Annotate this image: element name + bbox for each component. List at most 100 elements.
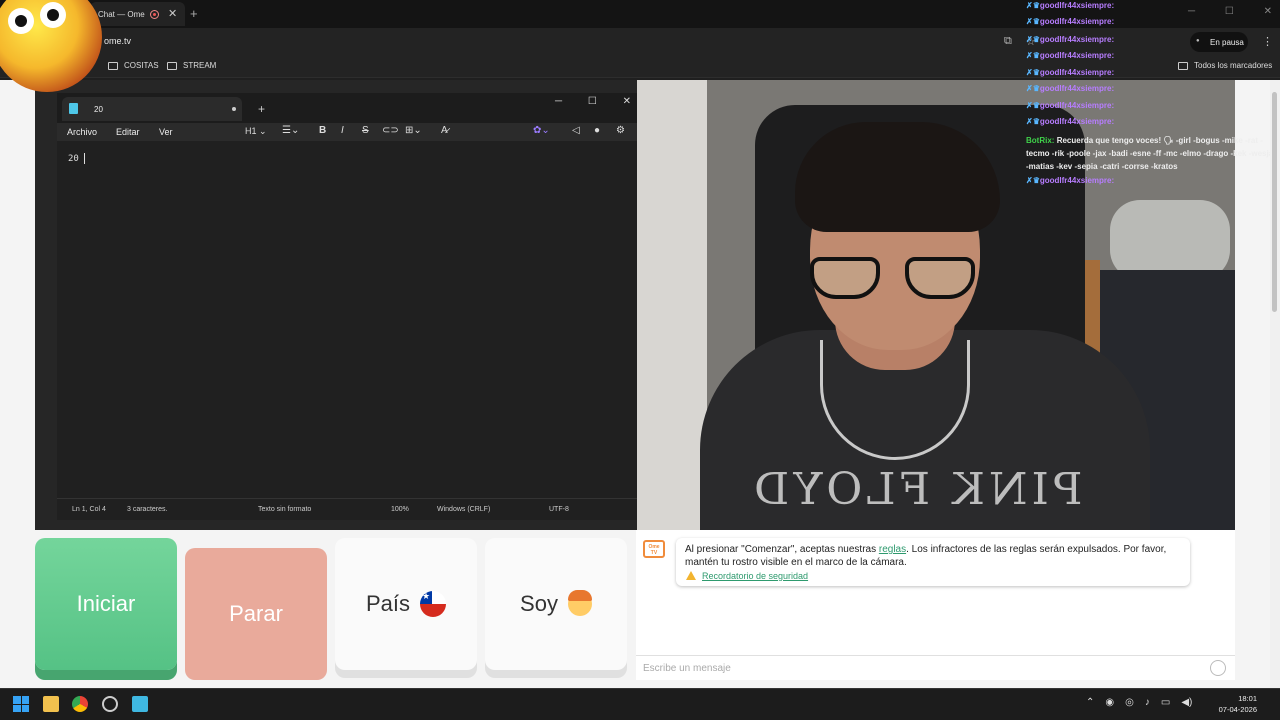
stream-chat-line: ✗♛goodlfr44xsiempre: <box>1026 101 1114 110</box>
minimize-icon[interactable]: ─ <box>555 96 562 107</box>
status-line-ending[interactable]: Windows (CRLF) <box>437 506 490 513</box>
steam-icon[interactable]: ◎ <box>1125 697 1134 708</box>
minimize-icon[interactable]: ─ <box>1188 6 1195 17</box>
emoji-overlay-icon <box>0 0 102 92</box>
bookmark-label: Todos los marcadores <box>1194 61 1273 70</box>
emoji-picker-icon[interactable] <box>1210 660 1226 676</box>
address-bar[interactable]: ome.tv <box>104 36 131 46</box>
notepad-editor[interactable] <box>57 141 637 498</box>
sword-icon: ✗♛ <box>1026 1 1040 10</box>
recording-icon <box>150 10 159 19</box>
folder-icon <box>108 61 118 70</box>
bookmark-cositas[interactable]: COSITAS <box>108 61 159 70</box>
table-icon[interactable]: ⊞⌄ <box>405 125 422 136</box>
sword-icon: ✗♛ <box>1026 117 1040 126</box>
system-tray: ⌃ ◉ ◎ ♪ ▭ ◀) <box>1086 697 1192 708</box>
italic-icon[interactable]: I <box>341 125 344 136</box>
chat-username: goodlfr44xsiempre: <box>1039 51 1115 60</box>
bookmark-label: COSITAS <box>124 61 159 70</box>
browser-window-controls: ─ ☐ ✕ <box>1188 6 1278 17</box>
menu-archivo[interactable]: Archivo <box>67 127 97 137</box>
gender-button[interactable]: Soy <box>485 538 627 670</box>
maximize-icon[interactable]: ☐ <box>588 96 597 107</box>
menu-icon[interactable]: ⋮ <box>1262 35 1273 48</box>
rules-link[interactable]: reglas <box>879 544 906 555</box>
notepad-content[interactable]: 20 <box>68 154 79 164</box>
chat-username: goodlfr44xsiempre: <box>1039 101 1115 110</box>
stop-button[interactable]: Parar <box>185 548 327 680</box>
strikethrough-icon[interactable]: S <box>362 125 369 136</box>
sword-icon: ✗♛ <box>1026 51 1040 60</box>
stream-chat-line: ✗♛goodlfr44xsiempre: <box>1026 51 1114 60</box>
browser-tab-title: Chat — Ome <box>98 10 145 19</box>
taskbar-clock[interactable]: 18:01 07-04-2026 <box>1207 693 1257 715</box>
volume-icon[interactable]: ◀) <box>1181 697 1192 708</box>
microphone-icon[interactable]: ♪ <box>1145 697 1150 708</box>
all-bookmarks[interactable]: Todos los marcadores <box>1178 61 1272 70</box>
cast-icon[interactable]: ⧉ <box>1004 35 1012 48</box>
windows-start-icon[interactable] <box>13 696 29 712</box>
close-window-icon[interactable]: ✕ <box>1264 6 1272 17</box>
notepad-tab[interactable]: 20 <box>62 97 242 121</box>
stream-chat-line: ✗♛goodlfr44xsiempre: <box>1026 1 1114 10</box>
settings-gear-icon[interactable]: ⚙ <box>616 125 625 136</box>
discord-icon[interactable]: ◉ <box>1105 697 1114 708</box>
new-tab-button[interactable]: + <box>190 6 198 21</box>
bookmark-stream[interactable]: STREAM <box>167 61 216 70</box>
profile-avatar-icon: ● <box>1196 38 1200 44</box>
stream-chat-line: ✗♛goodlfr44xsiempre: <box>1026 17 1114 26</box>
heading-dropdown[interactable]: H1 ⌄ <box>245 126 267 137</box>
menu-editar[interactable]: Editar <box>116 127 140 137</box>
safety-reminder-link[interactable]: Recordatorio de seguridad <box>702 571 808 581</box>
country-button[interactable]: País <box>335 538 477 670</box>
video-shirt-text: PINK FLOYD <box>750 464 1083 515</box>
notepad-new-tab-button[interactable]: + <box>258 102 265 116</box>
chevron-up-icon[interactable]: ⌃ <box>1086 697 1094 708</box>
sword-icon: ✗♛ <box>1026 17 1040 26</box>
status-encoding[interactable]: UTF-8 <box>549 506 569 513</box>
file-explorer-icon[interactable] <box>43 696 59 712</box>
stop-label: Parar <box>229 601 283 626</box>
menu-ver[interactable]: Ver <box>159 127 173 137</box>
message-input[interactable] <box>643 658 1183 678</box>
status-chars: 3 caracteres. <box>127 506 168 513</box>
notepad-menubar <box>57 123 637 141</box>
country-label: País <box>365 591 411 616</box>
video-glasses-left <box>810 257 880 299</box>
video-glasses-right <box>905 257 975 299</box>
status-zoom[interactable]: 100% <box>391 506 409 513</box>
start-button[interactable]: Iniciar <box>35 538 177 670</box>
browser-tab[interactable]: Chat — Ome ✕ <box>90 2 185 26</box>
gender-label: Soy <box>520 591 558 616</box>
sword-icon: ✗♛ <box>1026 84 1040 93</box>
chile-flag-icon <box>420 591 447 617</box>
status-position: Ln 1, Col 4 <box>72 506 106 513</box>
close-icon[interactable]: ✕ <box>623 96 631 107</box>
clock-time: 18:01 <box>1238 694 1257 703</box>
close-tab-icon[interactable]: ✕ <box>168 7 177 20</box>
folder-icon <box>1178 61 1188 70</box>
chat-username: goodlfr44xsiempre: <box>1039 68 1115 77</box>
chat-bot-message: Recuerda que tengo voces! 🗣 -girl -bogus… <box>1026 136 1274 171</box>
sword-icon: ✗♛ <box>1026 68 1040 77</box>
profile-button[interactable]: ● En pausa <box>1190 32 1248 52</box>
profile-status: En pausa <box>1210 38 1244 47</box>
bold-icon[interactable]: B <box>319 125 326 136</box>
chrome-icon[interactable] <box>72 696 88 712</box>
clear-format-icon[interactable]: A̷ <box>441 125 448 136</box>
megaphone-icon[interactable]: ◁ <box>572 125 580 136</box>
notepad-taskbar-icon[interactable] <box>132 696 148 712</box>
unsaved-dot-icon <box>232 107 236 111</box>
chat-username: goodlfr44xsiempre: <box>1039 17 1115 26</box>
copilot-icon[interactable]: ✿⌄ <box>533 125 550 136</box>
clock-date: 07-04-2026 <box>1218 705 1257 714</box>
account-icon[interactable]: ● <box>594 125 600 136</box>
list-icon[interactable]: ☰⌄ <box>282 125 299 136</box>
video-person-hair <box>795 122 1000 232</box>
link-icon[interactable]: ⊂⊃ <box>382 125 399 136</box>
status-format[interactable]: Texto sin formato <box>258 506 311 513</box>
maximize-icon[interactable]: ☐ <box>1225 6 1234 17</box>
scrollbar-thumb[interactable] <box>1272 92 1277 312</box>
obs-icon[interactable] <box>102 696 118 712</box>
network-icon[interactable]: ▭ <box>1161 697 1170 708</box>
